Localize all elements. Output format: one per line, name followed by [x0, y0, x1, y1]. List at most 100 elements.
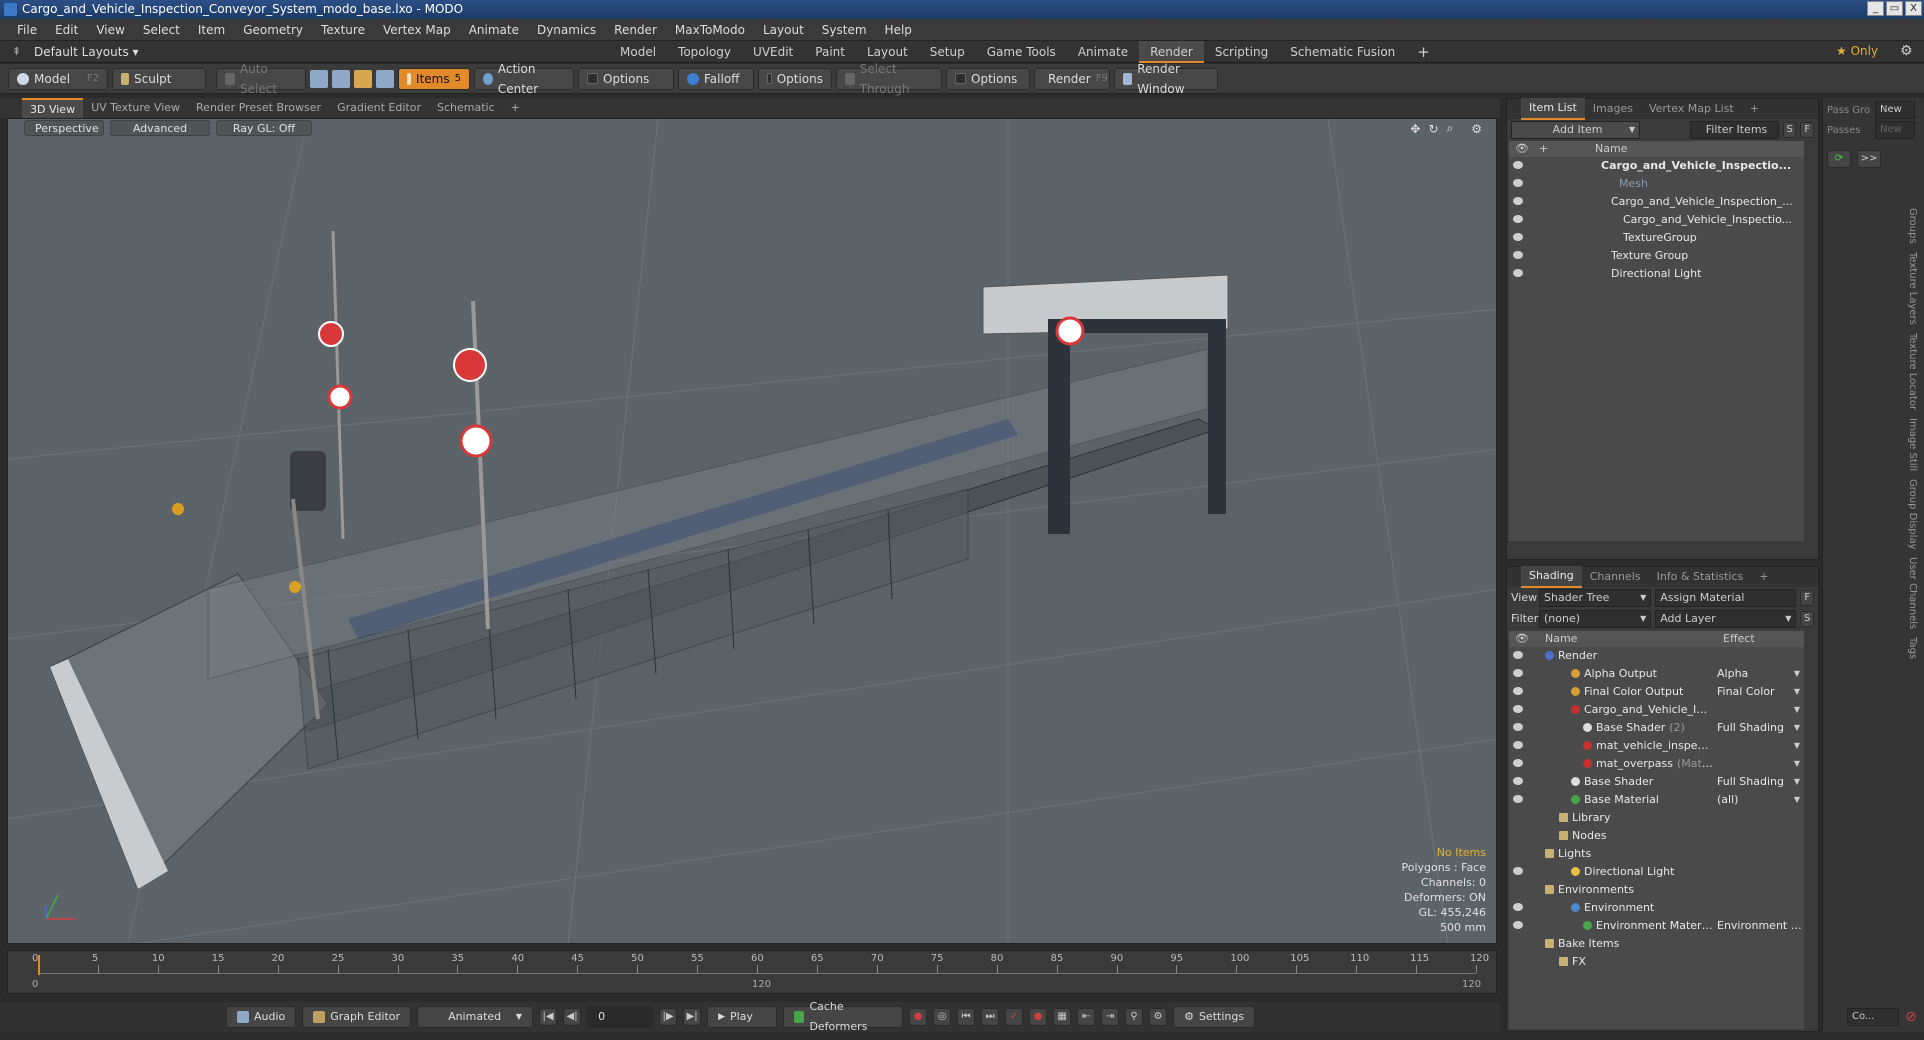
minimize-button[interactable]: _ [1867, 1, 1884, 16]
shader-row[interactable]: FX [1509, 953, 1804, 971]
chevron-down-icon[interactable]: ▼ [1794, 701, 1800, 719]
auto-select-button[interactable]: Auto Select [216, 62, 306, 96]
items-mode-button[interactable]: Items 5 [398, 67, 470, 90]
chevron-down-icon[interactable]: ▼ [1794, 755, 1800, 773]
visibility-eye-icon[interactable] [1513, 795, 1523, 803]
shading-f-button[interactable]: F [1800, 589, 1814, 606]
prev-key-icon[interactable]: ⏮ [957, 1008, 976, 1026]
shader-row[interactable]: Final Color Output Final Color ▼ [1509, 683, 1804, 701]
shader-row[interactable]: Cargo_and_Vehicle_Ins... ▼ [1509, 701, 1804, 719]
render-window-button[interactable]: Render Window [1114, 62, 1218, 96]
shader-row[interactable]: Render [1509, 647, 1804, 665]
auto-key-icon[interactable]: ◎ [933, 1008, 952, 1026]
shader-row[interactable]: mat_overpass(Mate... ▼ [1509, 755, 1804, 773]
next-key-icon[interactable]: ⏭ [981, 1008, 1000, 1026]
shader-row[interactable]: Nodes [1509, 827, 1804, 845]
shader-row[interactable]: Bake Items [1509, 935, 1804, 953]
playhead[interactable] [38, 955, 40, 975]
tab-game-tools[interactable]: Game Tools [976, 41, 1067, 63]
tab-uvedit[interactable]: UVEdit [742, 41, 804, 63]
visibility-eye-icon[interactable] [1513, 669, 1523, 677]
menu-dynamics[interactable]: Dynamics [528, 19, 605, 41]
tab-topology[interactable]: Topology [667, 41, 742, 63]
tab-animate[interactable]: Animate [1067, 41, 1139, 63]
settings-button[interactable]: ⚙ Settings [1173, 1006, 1256, 1028]
visibility-eye-icon[interactable] [1513, 759, 1523, 767]
chevron-down-icon[interactable]: ▼ [1794, 665, 1800, 683]
visibility-eye-icon[interactable] [1513, 651, 1523, 659]
tab-render-preset-browser[interactable]: Render Preset Browser [188, 98, 329, 118]
side-tab-user-channels[interactable]: User Channels [1907, 557, 1918, 629]
item-row[interactable]: Cargo_and_Vehicle_Inspectio... [1509, 157, 1804, 175]
rotate-icon[interactable]: ↻ [1428, 122, 1438, 136]
gear-icon[interactable]: ⚙ [1900, 43, 1913, 59]
add-layer-dropdown[interactable]: Add Layer ▼ [1655, 609, 1797, 628]
edges-mode-icon[interactable] [332, 69, 350, 88]
menu-geometry[interactable]: Geometry [234, 19, 312, 41]
visibility-eye-icon[interactable] [1513, 777, 1523, 785]
ray-gl-toggle[interactable]: Ray GL: Off [216, 120, 312, 136]
action-center-options-button[interactable]: Options [578, 67, 674, 90]
animated-dropdown[interactable]: Animated ▼ [417, 1006, 534, 1028]
side-tab-group-display[interactable]: Group Display [1907, 479, 1918, 549]
tab-item-list[interactable]: Item List [1521, 98, 1585, 120]
shading-s-button[interactable]: S [1800, 610, 1814, 627]
cache-deformers-button[interactable]: Cache Deformers [783, 1000, 904, 1033]
side-tab-tags[interactable]: Tags [1907, 637, 1918, 659]
close-button[interactable]: X [1905, 1, 1922, 16]
menu-system[interactable]: System [813, 19, 876, 41]
visibility-eye-icon[interactable] [1513, 903, 1523, 911]
item-row[interactable]: Mesh [1509, 175, 1804, 193]
key-channel-icon[interactable]: ⚙ [1149, 1008, 1168, 1026]
expand-arrows-icon[interactable]: >> [1857, 150, 1881, 168]
filter-dropdown[interactable]: (none) ▼ [1539, 609, 1652, 628]
tab-paint[interactable]: Paint [804, 41, 856, 63]
name-column-header[interactable]: Name [1545, 631, 1577, 647]
model-mode-button[interactable]: Model F2 [8, 67, 108, 90]
audio-button[interactable]: Audio [226, 1006, 297, 1028]
item-row[interactable]: TextureGroup [1509, 229, 1804, 247]
advanced-dropdown[interactable]: Advanced [110, 120, 210, 136]
menu-vertex-map[interactable]: Vertex Map [374, 19, 460, 41]
graph-editor-button[interactable]: Graph Editor [302, 1006, 412, 1028]
menu-view[interactable]: View [87, 19, 133, 41]
visibility-eye-icon[interactable] [1513, 723, 1523, 731]
visibility-eye-icon[interactable] [1513, 687, 1523, 695]
item-row[interactable]: Cargo_and_Vehicle_Inspection_... [1509, 193, 1804, 211]
add-tab-button[interactable]: + [1406, 41, 1441, 63]
chevron-down-icon[interactable]: ▼ [1794, 719, 1800, 737]
step-back-icon[interactable]: ◀| [563, 1008, 582, 1026]
visibility-eye-icon[interactable] [1513, 269, 1523, 277]
tab-info-statistics[interactable]: Info & Statistics [1649, 567, 1752, 587]
tab-schematic[interactable]: Schematic [429, 98, 503, 118]
vertices-mode-icon[interactable] [310, 69, 328, 88]
key-dot-icon[interactable]: ● [1029, 1008, 1048, 1026]
chevron-down-icon[interactable]: ▼ [1794, 791, 1800, 809]
viewport-settings-gear-icon[interactable]: ⚙ [1471, 122, 1482, 136]
visibility-eye-icon[interactable] [1513, 867, 1523, 875]
tab-vertex-map-list[interactable]: Vertex Map List [1641, 99, 1742, 119]
visibility-eye-icon[interactable] [1513, 161, 1523, 169]
visibility-eye-icon[interactable] [1513, 741, 1523, 749]
shader-row[interactable]: Library [1509, 809, 1804, 827]
render-button[interactable]: Render F9 [1034, 67, 1110, 90]
perspective-dropdown[interactable]: Perspective [24, 120, 104, 136]
menu-layout[interactable]: Layout [754, 19, 813, 41]
tab-images[interactable]: Images [1585, 99, 1641, 119]
item-row[interactable]: Cargo_and_Vehicle_Inspectio... [1509, 211, 1804, 229]
shader-row[interactable]: Environment Material Environment C ... [1509, 917, 1807, 935]
side-tab-groups[interactable]: Groups [1907, 208, 1918, 244]
select-through-button[interactable]: Select Through [836, 62, 942, 96]
go-to-end-icon[interactable]: ▶| [683, 1008, 702, 1026]
tab-channels[interactable]: Channels [1582, 567, 1649, 587]
menu-edit[interactable]: Edit [46, 19, 87, 41]
stop-icon[interactable]: ⊘ [1905, 1009, 1917, 1025]
play-button[interactable]: ▶ Play [707, 1006, 778, 1028]
tab-schematic-fusion[interactable]: Schematic Fusion [1279, 41, 1406, 63]
menu-render[interactable]: Render [605, 19, 666, 41]
tab-gradient-editor[interactable]: Gradient Editor [329, 98, 429, 118]
visibility-eye-icon[interactable] [1513, 233, 1523, 241]
tab-3d-view[interactable]: 3D View [22, 98, 84, 118]
key-range-end-icon[interactable]: ⇥ [1101, 1008, 1120, 1026]
menu-help[interactable]: Help [876, 19, 921, 41]
